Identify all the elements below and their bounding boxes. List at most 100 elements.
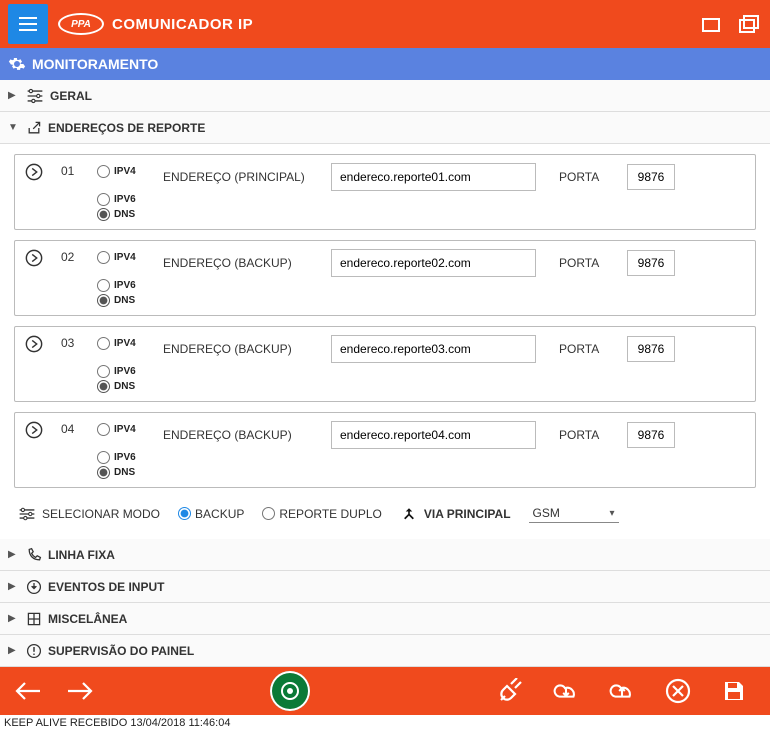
port-input[interactable] bbox=[627, 422, 675, 448]
page-subheader: MONITORAMENTO bbox=[0, 48, 770, 80]
address-index: 02 bbox=[61, 249, 89, 264]
logo: PPA bbox=[58, 13, 104, 35]
section-label: EVENTOS DE INPUT bbox=[48, 580, 164, 594]
section-label: MISCELÂNEA bbox=[48, 612, 127, 626]
section-label: GERAL bbox=[50, 89, 92, 103]
port-label: PORTA bbox=[559, 342, 619, 356]
chevron-right-icon: ▶ bbox=[8, 90, 20, 101]
address-index: 01 bbox=[61, 163, 89, 178]
mode-reporte-duplo-radio[interactable]: REPORTE DUPLO bbox=[262, 507, 381, 521]
port-input[interactable] bbox=[627, 336, 675, 362]
address-label: ENDEREÇO (BACKUP) bbox=[163, 428, 323, 442]
cancel-button[interactable] bbox=[664, 677, 692, 705]
addr-type-dns[interactable]: DNS bbox=[97, 294, 155, 307]
input-icon bbox=[26, 579, 42, 595]
addr-type-ipv4[interactable]: IPV4 bbox=[97, 423, 155, 436]
addr-type-ipv4[interactable]: IPV4 bbox=[97, 337, 155, 350]
target-icon bbox=[279, 680, 301, 702]
chevron-right-icon: ▶ bbox=[8, 581, 20, 592]
addr-type-ipv6[interactable]: IPV6 bbox=[97, 193, 155, 206]
gear-icon bbox=[8, 55, 26, 73]
chevron-down-icon: ▼ bbox=[8, 122, 20, 133]
plug-button[interactable] bbox=[496, 677, 524, 705]
address-input[interactable] bbox=[331, 335, 536, 363]
address-input[interactable] bbox=[331, 421, 536, 449]
save-button[interactable] bbox=[720, 677, 748, 705]
addr-type-ipv6[interactable]: IPV6 bbox=[97, 279, 155, 292]
via-select-wrapper[interactable]: GSM bbox=[529, 504, 619, 523]
address-card: 01 IPV4 IPV6 DNS ENDEREÇO (PRINCIPAL) PO… bbox=[14, 154, 756, 230]
phone-icon bbox=[26, 547, 42, 563]
route-icon bbox=[400, 506, 418, 522]
address-index: 04 bbox=[61, 421, 89, 436]
address-input[interactable] bbox=[331, 249, 536, 277]
chevron-right-icon: ▶ bbox=[8, 549, 20, 560]
back-button[interactable] bbox=[14, 677, 42, 705]
address-label: ENDEREÇO (BACKUP) bbox=[163, 342, 323, 356]
arrow-right-icon bbox=[66, 680, 94, 702]
addr-type-ipv4[interactable]: IPV4 bbox=[97, 251, 155, 264]
cloud-download-icon bbox=[552, 679, 580, 703]
port-input[interactable] bbox=[627, 164, 675, 190]
submit-icon[interactable] bbox=[25, 335, 53, 353]
addr-type-ipv6[interactable]: IPV6 bbox=[97, 451, 155, 464]
submit-icon[interactable] bbox=[25, 421, 53, 439]
section-label: ENDEREÇOS DE REPORTE bbox=[48, 121, 205, 135]
port-label: PORTA bbox=[559, 428, 619, 442]
mode-backup-input[interactable] bbox=[178, 507, 191, 520]
port-label: PORTA bbox=[559, 256, 619, 270]
selecionar-modo: SELECIONAR MODO bbox=[18, 507, 160, 521]
mode-duplo-input[interactable] bbox=[262, 507, 275, 520]
mode-backup-radio[interactable]: BACKUP bbox=[178, 507, 244, 521]
forward-button[interactable] bbox=[66, 677, 94, 705]
page-subheader-label: MONITORAMENTO bbox=[32, 56, 158, 72]
submit-icon[interactable] bbox=[25, 163, 53, 181]
title-bar: PPA COMUNICADOR IP bbox=[0, 0, 770, 48]
addr-type-dns[interactable]: DNS bbox=[97, 466, 155, 479]
section-label: SUPERVISÃO DO PAINEL bbox=[48, 644, 194, 658]
port-label: PORTA bbox=[559, 170, 619, 184]
section-supervisao-painel[interactable]: ▶ SUPERVISÃO DO PAINEL bbox=[0, 635, 770, 667]
addr-type-ipv6[interactable]: IPV6 bbox=[97, 365, 155, 378]
plug-icon bbox=[497, 678, 523, 704]
section-linha-fixa[interactable]: ▶ LINHA FIXA bbox=[0, 539, 770, 571]
download-button[interactable] bbox=[552, 677, 580, 705]
via-principal: VIA PRINCIPAL bbox=[400, 506, 511, 522]
address-card: 02 IPV4 IPV6 DNS ENDEREÇO (BACKUP) PORTA bbox=[14, 240, 756, 316]
external-link-icon bbox=[26, 120, 42, 136]
hamburger-icon bbox=[18, 16, 38, 32]
grid-icon bbox=[26, 611, 42, 627]
close-circle-icon bbox=[665, 678, 691, 704]
menu-button[interactable] bbox=[8, 4, 48, 44]
address-card: 04 IPV4 IPV6 DNS ENDEREÇO (BACKUP) PORTA bbox=[14, 412, 756, 488]
upload-button[interactable] bbox=[608, 677, 636, 705]
address-index: 03 bbox=[61, 335, 89, 350]
addr-type-dns[interactable]: DNS bbox=[97, 208, 155, 221]
section-label: LINHA FIXA bbox=[48, 548, 115, 562]
address-label: ENDEREÇO (PRINCIPAL) bbox=[163, 170, 323, 184]
section-enderecos-reporte[interactable]: ▼ ENDEREÇOS DE REPORTE bbox=[0, 112, 770, 144]
mode-row: SELECIONAR MODO BACKUP REPORTE DUPLO VIA… bbox=[14, 498, 756, 533]
chevron-right-icon: ▶ bbox=[8, 613, 20, 624]
address-label: ENDEREÇO (BACKUP) bbox=[163, 256, 323, 270]
addr-type-ipv4[interactable]: IPV4 bbox=[97, 165, 155, 178]
arrow-left-icon bbox=[14, 680, 42, 702]
window-cascade-icon[interactable] bbox=[736, 11, 762, 37]
cloud-upload-icon bbox=[608, 679, 636, 703]
app-title: COMUNICADOR IP bbox=[112, 16, 686, 33]
bottom-toolbar bbox=[0, 667, 770, 715]
port-input[interactable] bbox=[627, 250, 675, 276]
address-card: 03 IPV4 IPV6 DNS ENDEREÇO (BACKUP) PORTA bbox=[14, 326, 756, 402]
connect-button[interactable] bbox=[270, 671, 310, 711]
window-restore-icon[interactable] bbox=[698, 11, 724, 37]
submit-icon[interactable] bbox=[25, 249, 53, 267]
addresses-panel: 01 IPV4 IPV6 DNS ENDEREÇO (PRINCIPAL) PO… bbox=[0, 144, 770, 539]
chevron-right-icon: ▶ bbox=[8, 645, 20, 656]
section-miscelanea[interactable]: ▶ MISCELÂNEA bbox=[0, 603, 770, 635]
addr-type-dns[interactable]: DNS bbox=[97, 380, 155, 393]
address-input[interactable] bbox=[331, 163, 536, 191]
section-eventos-input[interactable]: ▶ EVENTOS DE INPUT bbox=[0, 571, 770, 603]
via-select[interactable]: GSM bbox=[529, 504, 619, 523]
status-bar: KEEP ALIVE RECEBIDO 13/04/2018 11:46:04 bbox=[0, 715, 770, 731]
section-geral[interactable]: ▶ GERAL bbox=[0, 80, 770, 112]
